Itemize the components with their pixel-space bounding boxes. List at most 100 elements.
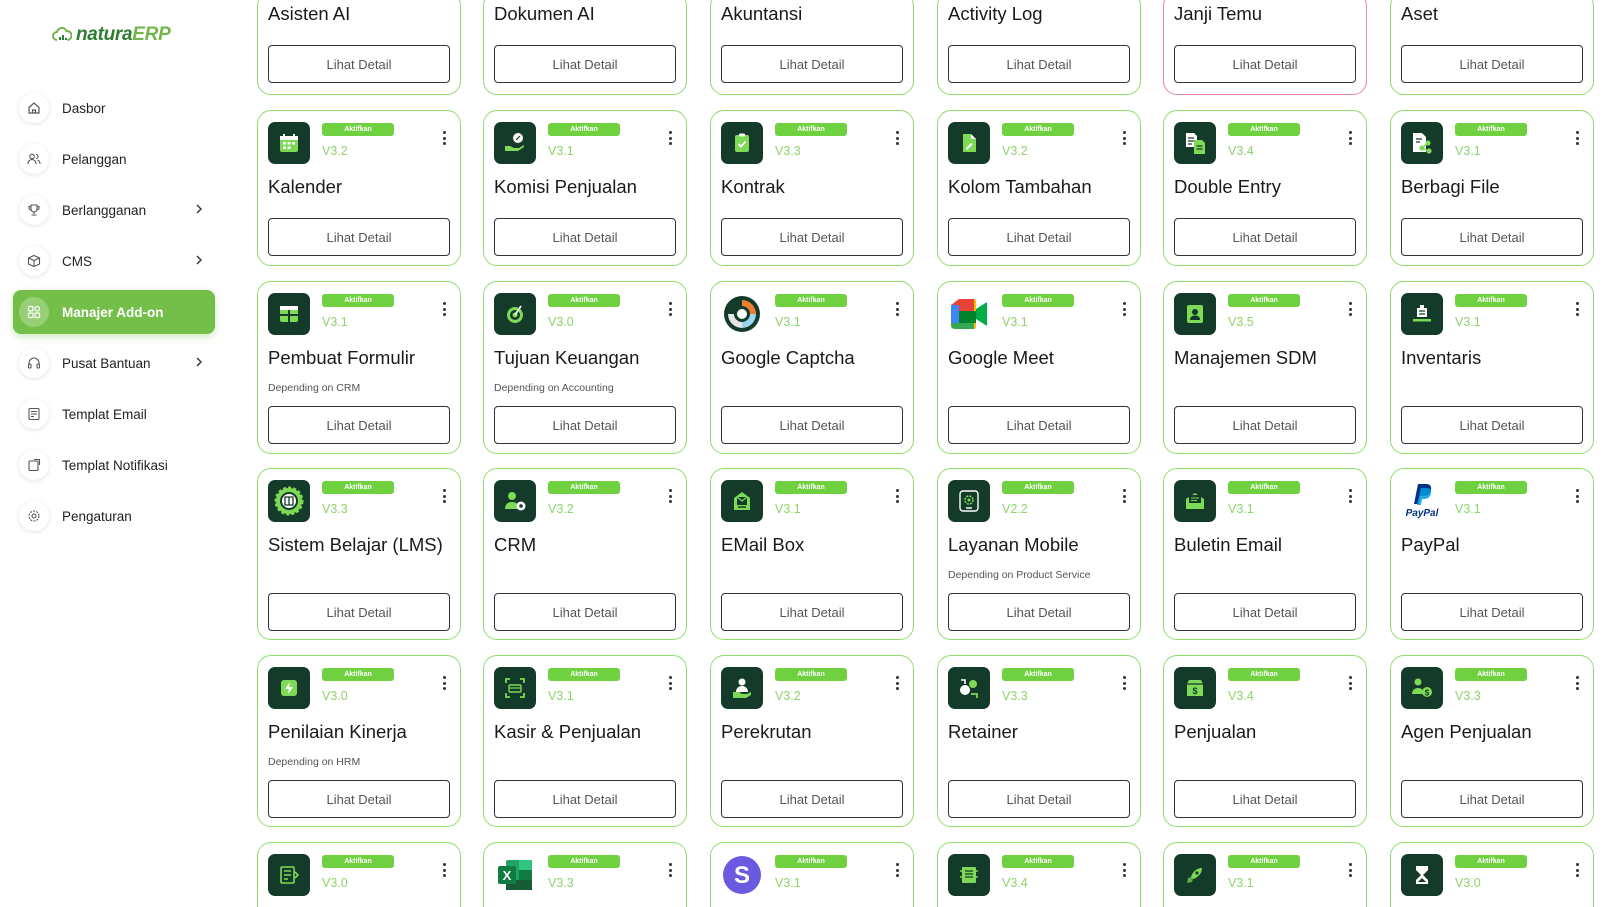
more-options-icon[interactable] xyxy=(1348,489,1352,503)
activate-badge[interactable]: Aktifkan xyxy=(548,668,620,681)
activate-badge[interactable]: Aktifkan xyxy=(1002,481,1074,494)
view-detail-button[interactable]: Lihat Detail xyxy=(1174,218,1356,256)
activate-badge[interactable]: Aktifkan xyxy=(322,855,394,868)
sidebar-item-pusat-bantuan[interactable]: Pusat Bantuan xyxy=(13,341,215,385)
activate-badge[interactable]: Aktifkan xyxy=(1455,481,1527,494)
activate-badge[interactable]: Aktifkan xyxy=(1228,481,1300,494)
view-detail-button[interactable]: Lihat Detail xyxy=(1174,780,1356,818)
more-options-icon[interactable] xyxy=(668,489,672,503)
sidebar-item-dasbor[interactable]: Dasbor xyxy=(13,86,215,130)
more-options-icon[interactable] xyxy=(895,676,899,690)
activate-badge[interactable]: Aktifkan xyxy=(1002,294,1074,307)
more-options-icon[interactable] xyxy=(442,863,446,877)
activate-badge[interactable]: Aktifkan xyxy=(1455,294,1527,307)
more-options-icon[interactable] xyxy=(1575,131,1579,145)
activate-badge[interactable]: Aktifkan xyxy=(775,123,847,136)
view-detail-button[interactable]: Lihat Detail xyxy=(721,45,903,83)
activate-badge[interactable]: Aktifkan xyxy=(775,855,847,868)
activate-badge[interactable]: Aktifkan xyxy=(322,481,394,494)
more-options-icon[interactable] xyxy=(895,489,899,503)
view-detail-button[interactable]: Lihat Detail xyxy=(1174,593,1356,631)
view-detail-button[interactable]: Lihat Detail xyxy=(1401,593,1583,631)
view-detail-button[interactable]: Lihat Detail xyxy=(1401,780,1583,818)
activate-badge[interactable]: Aktifkan xyxy=(548,294,620,307)
view-detail-button[interactable]: Lihat Detail xyxy=(948,406,1130,444)
view-detail-button[interactable]: Lihat Detail xyxy=(268,406,450,444)
more-options-icon[interactable] xyxy=(1348,863,1352,877)
more-options-icon[interactable] xyxy=(1575,302,1579,316)
view-detail-button[interactable]: Lihat Detail xyxy=(268,45,450,83)
activate-badge[interactable]: Aktifkan xyxy=(548,123,620,136)
view-detail-button[interactable]: Lihat Detail xyxy=(268,593,450,631)
view-detail-button[interactable]: Lihat Detail xyxy=(948,45,1130,83)
more-options-icon[interactable] xyxy=(442,676,446,690)
more-options-icon[interactable] xyxy=(668,302,672,316)
more-options-icon[interactable] xyxy=(895,131,899,145)
activate-badge[interactable]: Aktifkan xyxy=(1455,668,1527,681)
view-detail-button[interactable]: Lihat Detail xyxy=(1401,406,1583,444)
activate-badge[interactable]: Aktifkan xyxy=(1228,123,1300,136)
more-options-icon[interactable] xyxy=(668,676,672,690)
more-options-icon[interactable] xyxy=(1348,302,1352,316)
activate-badge[interactable]: Aktifkan xyxy=(775,481,847,494)
more-options-icon[interactable] xyxy=(1348,676,1352,690)
view-detail-button[interactable]: Lihat Detail xyxy=(948,218,1130,256)
more-options-icon[interactable] xyxy=(1122,131,1126,145)
more-options-icon[interactable] xyxy=(442,131,446,145)
view-detail-button[interactable]: Lihat Detail xyxy=(1174,45,1356,83)
activate-badge[interactable]: Aktifkan xyxy=(322,294,394,307)
brand-logo[interactable]: naturaERP xyxy=(52,24,171,46)
view-detail-button[interactable]: Lihat Detail xyxy=(494,218,676,256)
activate-badge[interactable]: Aktifkan xyxy=(1228,294,1300,307)
activate-badge[interactable]: Aktifkan xyxy=(1455,855,1527,868)
activate-badge[interactable]: Aktifkan xyxy=(548,481,620,494)
activate-badge[interactable]: Aktifkan xyxy=(322,668,394,681)
view-detail-button[interactable]: Lihat Detail xyxy=(494,593,676,631)
view-detail-button[interactable]: Lihat Detail xyxy=(721,780,903,818)
more-options-icon[interactable] xyxy=(1575,489,1579,503)
view-detail-button[interactable]: Lihat Detail xyxy=(721,593,903,631)
sidebar-item-cms[interactable]: CMS xyxy=(13,239,215,283)
view-detail-button[interactable]: Lihat Detail xyxy=(948,593,1130,631)
view-detail-button[interactable]: Lihat Detail xyxy=(948,780,1130,818)
more-options-icon[interactable] xyxy=(1575,676,1579,690)
sidebar-item-pelanggan[interactable]: Pelanggan xyxy=(13,137,215,181)
view-detail-button[interactable]: Lihat Detail xyxy=(268,218,450,256)
view-detail-button[interactable]: Lihat Detail xyxy=(494,406,676,444)
activate-badge[interactable]: Aktifkan xyxy=(775,668,847,681)
more-options-icon[interactable] xyxy=(1122,863,1126,877)
activate-badge[interactable]: Aktifkan xyxy=(1228,855,1300,868)
view-detail-button[interactable]: Lihat Detail xyxy=(268,780,450,818)
more-options-icon[interactable] xyxy=(1575,863,1579,877)
activate-badge[interactable]: Aktifkan xyxy=(1002,123,1074,136)
sidebar-item-templat-notifikasi[interactable]: Templat Notifikasi xyxy=(13,443,215,487)
more-options-icon[interactable] xyxy=(895,863,899,877)
view-detail-button[interactable]: Lihat Detail xyxy=(1174,406,1356,444)
more-options-icon[interactable] xyxy=(668,131,672,145)
view-detail-button[interactable]: Lihat Detail xyxy=(1401,218,1583,256)
activate-badge[interactable]: Aktifkan xyxy=(322,123,394,136)
more-options-icon[interactable] xyxy=(442,302,446,316)
activate-badge[interactable]: Aktifkan xyxy=(1455,123,1527,136)
more-options-icon[interactable] xyxy=(1122,302,1126,316)
more-options-icon[interactable] xyxy=(668,863,672,877)
activate-badge[interactable]: Aktifkan xyxy=(1002,668,1074,681)
more-options-icon[interactable] xyxy=(442,489,446,503)
view-detail-button[interactable]: Lihat Detail xyxy=(1401,45,1583,83)
activate-badge[interactable]: Aktifkan xyxy=(775,294,847,307)
activate-badge[interactable]: Aktifkan xyxy=(548,855,620,868)
view-detail-button[interactable]: Lihat Detail xyxy=(494,45,676,83)
sidebar-item-templat-email[interactable]: Templat Email xyxy=(13,392,215,436)
more-options-icon[interactable] xyxy=(1348,131,1352,145)
view-detail-button[interactable]: Lihat Detail xyxy=(721,406,903,444)
view-detail-button[interactable]: Lihat Detail xyxy=(721,218,903,256)
sidebar-item-manajer-addon[interactable]: Manajer Add-on xyxy=(13,290,215,334)
activate-badge[interactable]: Aktifkan xyxy=(1228,668,1300,681)
sidebar-item-pengaturan[interactable]: Pengaturan xyxy=(13,494,215,538)
more-options-icon[interactable] xyxy=(1122,489,1126,503)
more-options-icon[interactable] xyxy=(895,302,899,316)
sidebar-item-berlangganan[interactable]: Berlangganan xyxy=(13,188,215,232)
view-detail-button[interactable]: Lihat Detail xyxy=(494,780,676,818)
activate-badge[interactable]: Aktifkan xyxy=(1002,855,1074,868)
more-options-icon[interactable] xyxy=(1122,676,1126,690)
